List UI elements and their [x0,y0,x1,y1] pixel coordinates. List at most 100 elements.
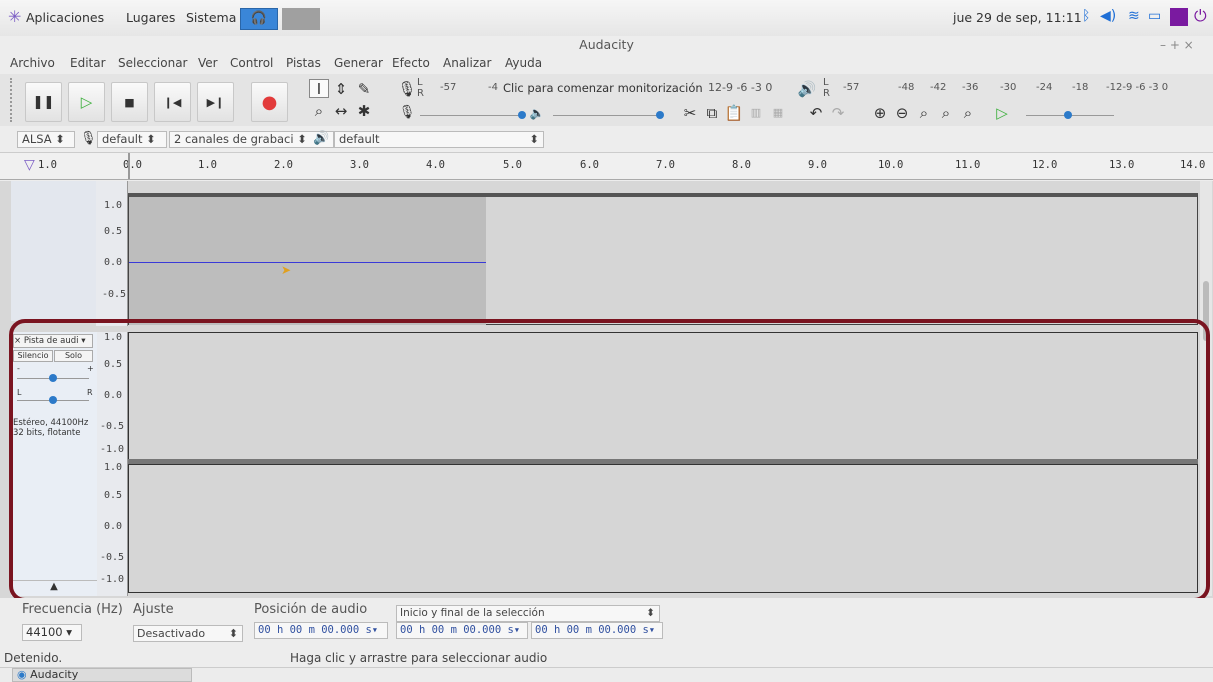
zoom-out-icon[interactable]: ⊖ [892,103,912,122]
envelope-tool-icon[interactable]: ⇕ [331,79,351,98]
window-controls[interactable]: – + × [1160,38,1194,52]
play-meter-tick: -18 [1072,82,1089,93]
skip-end-button[interactable]: ▶❙ [197,82,234,122]
status-hint: Haga clic y arrastre para seleccionar au… [290,651,548,665]
play-button[interactable]: ▷ [68,82,105,122]
bluetooth-icon[interactable]: ᛒ [1082,8,1090,24]
menu-generar[interactable]: Generar [334,56,383,70]
play-meter-R: R [823,88,830,99]
record-meter-mic-icon[interactable]: 🎙 [397,79,417,98]
volume-icon[interactable]: ◀) [1100,8,1116,24]
system-monitor-icon[interactable] [1170,8,1188,26]
applications-menu-icon[interactable]: ✳ [8,7,21,26]
timeline-ruler[interactable]: ▽ 1.0 0.0 1.0 2.0 3.0 4.0 5.0 6.0 7.0 8.… [0,152,1213,180]
play-meter-tick: -24 [1036,82,1053,93]
skip-start-icon: ❙◀ [163,95,182,109]
skip-start-button[interactable]: ❙◀ [154,82,191,122]
record-volume-slider[interactable] [420,115,520,116]
ruler-label: 7.0 [656,159,675,171]
recording-device-select[interactable]: default ⬍ [97,131,167,148]
audio-host-select[interactable]: ALSA ⬍ [17,131,75,148]
play-meter-tick: -12-9 -6 -3 0 [1106,82,1169,93]
menu-seleccionar[interactable]: Seleccionar [118,56,187,70]
record-volume-knob[interactable] [518,111,526,119]
menu-editar[interactable]: Editar [70,56,106,70]
track1-control-panel[interactable] [11,181,96,321]
selection-mode-select[interactable]: Inicio y final de la selección ⬍ [396,605,660,622]
trim-icon[interactable]: ▥ [746,103,766,122]
menu-ver[interactable]: Ver [198,56,218,70]
fit-selection-icon[interactable]: ⌕ [914,103,934,122]
track1-vertical-ruler: 1.0 0.5 0.0 -0.5 [96,181,128,326]
playback-volume-slider[interactable] [553,115,658,116]
menu-analizar[interactable]: Analizar [443,56,491,70]
record-button[interactable]: ● [251,82,288,122]
rec-meter-R: R [417,88,424,99]
toolbar-grip[interactable] [10,78,15,122]
play-meter-tick: -57 [843,82,860,93]
pause-button[interactable]: ❚❚ [25,82,62,122]
audio-position-time[interactable]: 00 h 00 m 00.000 s▾ [254,622,388,639]
track1-waveform[interactable]: ➤ [128,193,1198,325]
cut-icon[interactable]: ✂ [680,103,700,122]
playback-device-icon: 🔊 [313,131,330,146]
play-speed-knob[interactable] [1064,111,1072,119]
snap-value: Desactivado [137,627,206,640]
applications-menu[interactable]: Aplicaciones [26,10,104,25]
zoom-toggle-icon[interactable]: ⌕ [958,103,978,122]
ruler-label: 12.0 [1032,159,1058,171]
workspace-switcher[interactable] [282,8,320,30]
menu-control[interactable]: Control [230,56,273,70]
taskbar-audacity-button[interactable]: ◉ Audacity [12,668,192,682]
places-menu[interactable]: Lugares [126,10,175,25]
selection-end-time[interactable]: 00 h 00 m 00.000 s▾ [531,622,663,639]
ruler-label: 4.0 [426,159,445,171]
audacity-launcher-icon[interactable]: 🎧 [240,8,278,30]
draw-tool-icon[interactable]: ✎ [354,79,374,98]
menu-archivo[interactable]: Archivo [10,56,55,70]
play-meter-tick: -42 [930,82,947,93]
menu-efecto[interactable]: Efecto [392,56,430,70]
recording-channels-value: 2 canales de grabaci [174,132,294,146]
system-menu[interactable]: Sistema [186,10,236,25]
stop-button[interactable]: ■ [111,82,148,122]
battery-icon[interactable]: ▭ [1148,8,1161,24]
timeshift-tool-icon[interactable]: ↔ [331,101,351,120]
track1-scale-label: 0.5 [104,226,123,237]
copy-icon[interactable]: ⧉ [702,103,722,122]
selection-start-time[interactable]: 00 h 00 m 00.000 s▾ [396,622,528,639]
recording-channels-select[interactable]: 2 canales de grabaci ⬍ [169,131,334,148]
zoom-tool-icon[interactable]: ⌕ [309,101,329,120]
rec-meter-prompt[interactable]: Clic para comenzar monitorización [503,81,703,95]
paste-icon[interactable]: 📋 [724,103,744,122]
snap-label: Ajuste [133,602,174,617]
power-icon[interactable]: ⏻ [1194,6,1207,26]
top-panel: ✳ Aplicaciones Lugares Sistema 🎧 jue 29 … [0,0,1213,36]
wifi-icon[interactable]: ≋ [1128,8,1140,24]
zoom-in-icon[interactable]: ⊕ [870,103,890,122]
playback-device-select[interactable]: default ⬍ [334,131,544,148]
multi-tool-icon[interactable]: ✱ [354,101,374,120]
track1-clip[interactable] [129,197,486,325]
selection-tool-icon[interactable]: I [309,79,329,98]
clock[interactable]: jue 29 de sep, 11:11 [953,10,1082,25]
playback-volume-knob[interactable] [656,111,664,119]
undo-icon[interactable]: ↶ [806,103,826,122]
fit-project-icon[interactable]: ⌕ [936,103,956,122]
stop-icon: ■ [124,95,135,109]
menu-pistas[interactable]: Pistas [286,56,321,70]
project-rate-select[interactable]: 44100 ▾ [22,624,82,641]
menu-bar: Archivo Editar Seleccionar Ver Control P… [0,56,1213,74]
ruler-label: 1.0 [38,159,57,171]
status-state: Detenido. [4,651,63,665]
menu-ayuda[interactable]: Ayuda [505,56,542,70]
silence-icon[interactable]: ▦ [768,103,788,122]
redo-icon[interactable]: ↷ [828,103,848,122]
playback-meter-speaker-icon[interactable]: 🔊 [797,79,817,98]
play-at-speed-icon[interactable]: ▷ [992,103,1012,122]
play-head[interactable] [128,153,130,179]
ruler-label: 8.0 [732,159,751,171]
ruler-label: 3.0 [350,159,369,171]
timeline-options-icon[interactable]: ▽ [24,157,35,173]
snap-select[interactable]: Desactivado ⬍ [133,625,243,642]
